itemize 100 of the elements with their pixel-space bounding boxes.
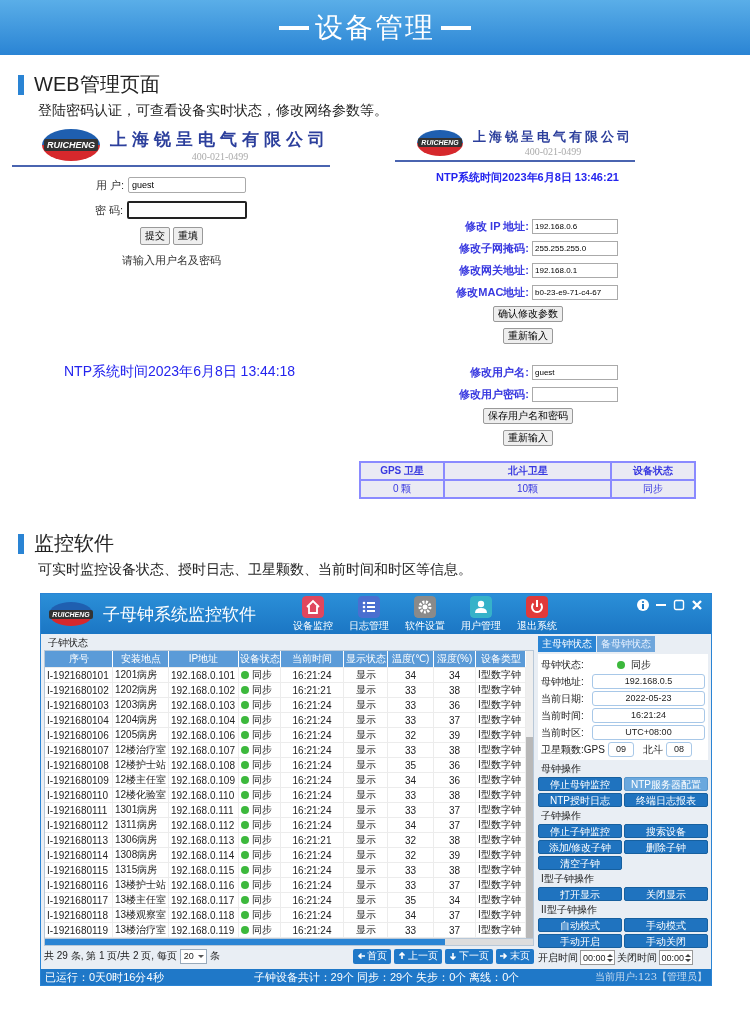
table-cell: 16:21:24 xyxy=(281,863,344,877)
table-cell: I-1921680101 xyxy=(45,668,113,682)
toolbar-button[interactable]: 用户管理 xyxy=(458,595,504,633)
status-dot-icon xyxy=(241,686,249,694)
table-cell: 16:21:24 xyxy=(281,803,344,817)
status-dot-icon xyxy=(241,761,249,769)
toolbar-button[interactable]: 软件设置 xyxy=(402,595,448,633)
table-cell: 0 颗 xyxy=(361,481,444,497)
field-label: 密 码: xyxy=(94,202,124,218)
action-button[interactable]: 停止子钟监控 xyxy=(538,824,622,838)
table-cell: 同步 xyxy=(252,788,272,802)
table-cell: 显示 xyxy=(344,698,388,712)
table-cell: 1315病房 xyxy=(113,863,169,877)
scrollbar[interactable] xyxy=(526,651,533,938)
scrollbar[interactable] xyxy=(44,939,534,946)
text-field[interactable] xyxy=(532,386,618,402)
column-header: 当前时间 xyxy=(281,651,344,667)
app-title: 子母钟系统监控软件 xyxy=(103,603,256,626)
table-cell: 显示 xyxy=(344,788,388,802)
table-cell: 同步 xyxy=(252,713,272,727)
text-field[interactable]: 16:21:24 xyxy=(592,708,705,723)
pager-button[interactable]: 上一页 xyxy=(394,948,442,964)
maximize-icon[interactable] xyxy=(673,599,685,611)
time-field[interactable]: 00:00 xyxy=(658,950,694,965)
text-field[interactable]: 192.168.0.5 xyxy=(592,674,705,689)
table-cell: 34 xyxy=(434,893,476,907)
action-button[interactable]: 手动关闭 xyxy=(624,934,708,948)
status-dot-icon xyxy=(241,671,249,679)
table-cell: 同步 xyxy=(611,481,694,497)
table-cell: 34 xyxy=(388,773,434,787)
field-label: 母钟状态: xyxy=(541,657,585,672)
pager-button[interactable]: 末页 xyxy=(496,948,534,964)
spinner-icon[interactable] xyxy=(606,952,613,963)
table-cell: 同步 xyxy=(252,803,272,817)
uptime-text: 已运行：0天0时16分4秒 xyxy=(45,969,164,985)
spinner-icon[interactable] xyxy=(685,952,692,963)
page-size-unit: 条 xyxy=(209,949,220,963)
close-icon[interactable] xyxy=(691,599,703,611)
table-cell: 1306病房 xyxy=(113,833,169,847)
action-button[interactable]: 手动模式 xyxy=(624,918,708,932)
action-button[interactable]: 关闭显示 xyxy=(624,887,708,901)
action-button[interactable]: 终端日志报表 xyxy=(624,793,708,807)
action-button[interactable]: NTP服务器配置 xyxy=(624,777,708,791)
form-button[interactable]: 重填 xyxy=(172,227,203,245)
text-field[interactable]: 192.168.0.6 xyxy=(532,218,618,234)
table-cell: I-1921680111 xyxy=(45,803,113,817)
table-cell: I-1921680117 xyxy=(45,893,113,907)
text-field[interactable]: guest xyxy=(532,364,618,380)
table-cell: 16:21:24 xyxy=(281,728,344,742)
table-cell: 39 xyxy=(434,848,476,862)
action-button[interactable]: 搜索设备 xyxy=(624,824,708,838)
text-field[interactable]: 2022-05-23 xyxy=(592,691,705,706)
text-field[interactable]: 255.255.255.0 xyxy=(532,240,618,256)
tab[interactable]: 主母钟状态 xyxy=(538,636,596,652)
table-cell: 1301病房 xyxy=(113,803,169,817)
info-icon[interactable] xyxy=(637,599,649,611)
table-cell: 32 xyxy=(388,728,434,742)
toolbar-button[interactable]: 日志管理 xyxy=(346,595,392,633)
text-field[interactable]: UTC+08:00 xyxy=(592,725,705,740)
form-button[interactable]: 确认修改参数 xyxy=(492,306,563,322)
action-button[interactable]: 清空子钟 xyxy=(538,856,622,870)
action-button[interactable]: NTP授时日志 xyxy=(538,793,622,807)
toolbar-button[interactable]: 退出系统 xyxy=(514,595,560,633)
table-cell: 显示 xyxy=(344,878,388,892)
action-button[interactable]: 打开显示 xyxy=(538,887,622,901)
action-button[interactable]: 自动模式 xyxy=(538,918,622,932)
table-cell: 35 xyxy=(388,893,434,907)
pager-button[interactable]: 下一页 xyxy=(445,948,493,964)
table-cell: 37 xyxy=(434,908,476,922)
table-cell: 33 xyxy=(388,878,434,892)
table-cell: 192.168.0.101 xyxy=(169,668,239,682)
table-cell: 同步 xyxy=(252,758,272,772)
form-button[interactable]: 重新输入 xyxy=(502,430,553,446)
time-field[interactable]: 00:00 xyxy=(580,950,615,965)
action-button[interactable]: 手动开启 xyxy=(538,934,622,948)
form-button[interactable]: 保存用户名和密码 xyxy=(482,408,573,424)
table-cell: 显示 xyxy=(344,743,388,757)
action-button[interactable]: 添加/修改子钟 xyxy=(538,840,622,854)
text-field[interactable]: guest xyxy=(128,177,247,193)
text-field[interactable]: 09 xyxy=(607,742,634,757)
arrow-icon xyxy=(449,952,457,960)
action-button[interactable]: 停止母钟监控 xyxy=(538,777,622,791)
status-dot-icon xyxy=(241,791,249,799)
toolbar-button[interactable]: 设备监控 xyxy=(290,595,336,633)
table-cell: 192.168.0.117 xyxy=(169,893,239,907)
table-cell: 13楼治疗室 xyxy=(113,923,169,937)
form-button[interactable]: 提交 xyxy=(139,227,170,245)
table-cell: I-1921680104 xyxy=(45,713,113,727)
text-field[interactable] xyxy=(127,201,248,219)
text-field[interactable]: 08 xyxy=(665,742,692,757)
page-size-select[interactable]: 20 xyxy=(179,948,207,964)
table-cell: 33 xyxy=(388,803,434,817)
pager-button[interactable]: 首页 xyxy=(353,948,391,964)
form-button[interactable]: 重新输入 xyxy=(502,328,553,344)
table-cell: 192.168.0.119 xyxy=(169,923,239,937)
text-field[interactable]: b0-23-e9-71-c4-67 xyxy=(532,284,618,300)
action-button[interactable]: 删除子钟 xyxy=(624,840,708,854)
status-dot-icon xyxy=(241,716,249,724)
table-cell: 13楼护士站 xyxy=(113,878,169,892)
text-field[interactable]: 192.168.0.1 xyxy=(532,262,618,278)
